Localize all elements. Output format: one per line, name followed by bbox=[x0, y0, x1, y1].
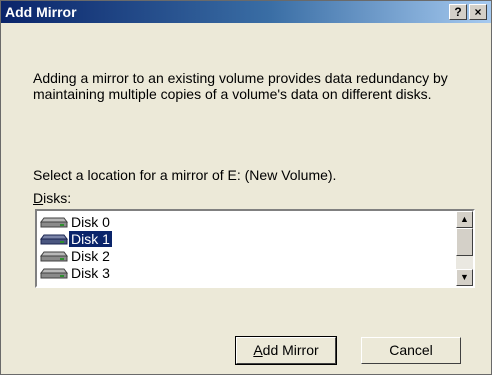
add-mirror-label: dd Mirror bbox=[262, 342, 319, 358]
description-text: Adding a mirror to an existing volume pr… bbox=[33, 70, 448, 102]
add-mirror-button[interactable]: Add Mirror bbox=[235, 336, 337, 365]
disk-drive-icon bbox=[40, 215, 68, 229]
disks-label-rest: isks: bbox=[43, 190, 72, 206]
disk-list-item-2[interactable]: Disk 2 bbox=[40, 247, 112, 264]
disk-label: Disk 0 bbox=[71, 213, 110, 230]
disk-list-item-0[interactable]: Disk 0 bbox=[40, 213, 112, 230]
disks-listbox[interactable]: Disk 0 Disk 1 Disk 2 Disk 3 ▲ ▼ bbox=[35, 209, 475, 288]
scroll-down-button[interactable]: ▼ bbox=[456, 269, 473, 286]
title-bar[interactable]: Add Mirror ? × bbox=[1, 1, 491, 23]
disks-label: Disks: bbox=[33, 190, 71, 206]
scroll-up-arrow-icon: ▲ bbox=[460, 214, 469, 224]
disk-label: Disk 2 bbox=[71, 247, 110, 264]
disk-list-item-3[interactable]: Disk 3 bbox=[40, 264, 112, 281]
help-button[interactable]: ? bbox=[449, 4, 467, 20]
disk-label: Disk 3 bbox=[71, 264, 110, 281]
scroll-thumb[interactable] bbox=[456, 228, 473, 256]
window-title: Add Mirror bbox=[5, 4, 77, 20]
scroll-down-arrow-icon: ▼ bbox=[460, 272, 469, 282]
disk-label: Disk 1 bbox=[68, 229, 113, 248]
disk-drive-icon bbox=[40, 266, 68, 280]
add-mirror-dialog: Add Mirror ? × Adding a mirror to an exi… bbox=[0, 0, 492, 375]
close-button[interactable]: × bbox=[469, 4, 487, 20]
disks-list: Disk 0 Disk 1 Disk 2 Disk 3 bbox=[40, 213, 113, 281]
select-location-text: Select a location for a mirror of E: (Ne… bbox=[33, 167, 337, 183]
disk-drive-icon bbox=[40, 232, 68, 246]
scroll-up-button[interactable]: ▲ bbox=[456, 211, 473, 228]
add-mirror-mnemonic: A bbox=[253, 342, 263, 358]
cancel-button[interactable]: Cancel bbox=[361, 337, 461, 364]
disk-drive-icon bbox=[40, 249, 68, 263]
disk-list-item-1[interactable]: Disk 1 bbox=[40, 229, 113, 248]
vertical-scrollbar[interactable]: ▲ ▼ bbox=[456, 211, 473, 286]
disks-label-mnemonic: D bbox=[33, 190, 44, 206]
